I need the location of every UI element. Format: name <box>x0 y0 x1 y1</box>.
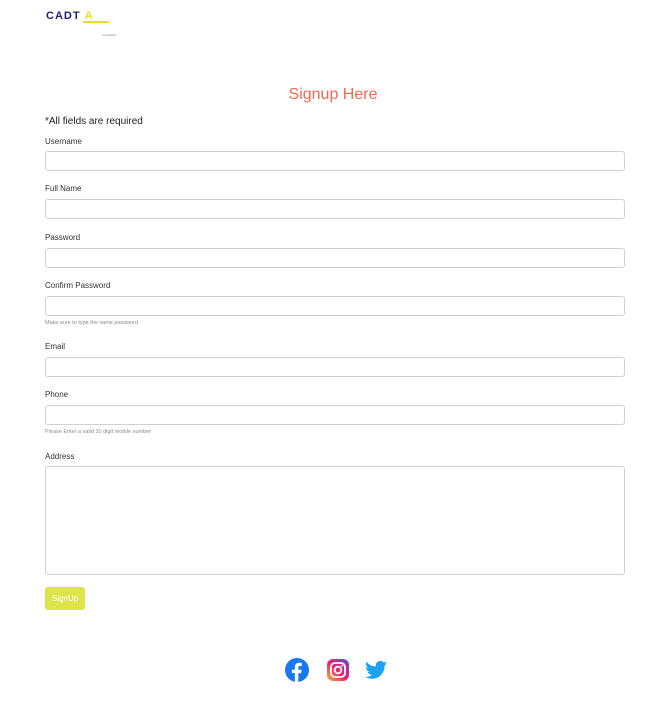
signup-button[interactable]: SignUp <box>45 587 85 610</box>
confirm-password-hint: Make sure to type the same password <box>45 320 138 326</box>
username-label: Username <box>45 137 82 146</box>
page-title: Signup Here <box>288 86 378 103</box>
phone-input[interactable] <box>45 405 625 425</box>
instagram-icon <box>327 659 349 681</box>
facebook-link[interactable] <box>285 658 309 682</box>
fullname-label: Full Name <box>45 184 82 193</box>
email-label: Email <box>45 342 66 351</box>
password-label: Password <box>45 233 81 242</box>
confirm-password-label: Confirm Password <box>45 281 111 290</box>
phone-hint: Please Enter a valid 10 digit mobile num… <box>45 429 152 435</box>
email-input[interactable] <box>45 357 625 377</box>
password-input[interactable] <box>45 248 625 268</box>
username-input[interactable] <box>45 151 625 171</box>
logo-underline <box>82 21 109 23</box>
logo-subtext: ACADEMY <box>102 33 117 37</box>
instagram-link[interactable] <box>326 658 350 682</box>
twitter-icon <box>365 661 387 679</box>
twitter-link[interactable] <box>364 658 388 682</box>
logo-mark: A <box>82 10 109 23</box>
address-label: Address <box>45 452 75 461</box>
address-textarea[interactable] <box>45 466 625 575</box>
confirm-password-input[interactable] <box>45 296 625 316</box>
logo[interactable]: CADT A ACADEMY <box>46 10 117 37</box>
logo-text: CADT <box>46 10 81 22</box>
required-note: *All fields are required <box>45 116 143 127</box>
phone-label: Phone <box>45 390 69 399</box>
fullname-input[interactable] <box>45 199 625 219</box>
facebook-icon <box>285 658 309 682</box>
